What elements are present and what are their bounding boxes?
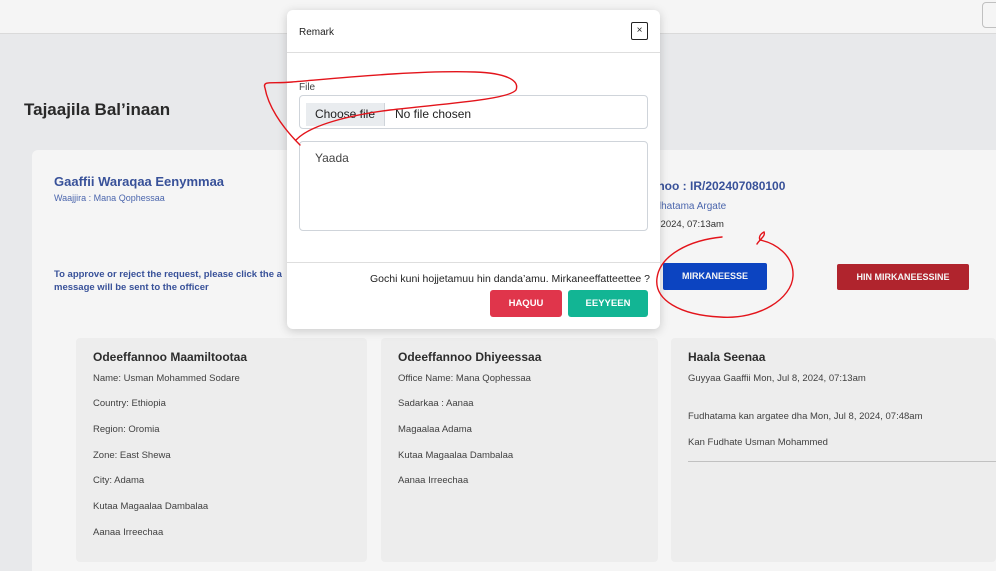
modal-footer-divider	[287, 262, 660, 263]
cancel-button[interactable]: HAQUU	[490, 290, 562, 317]
remark-modal: Remark × File Choose file No file chosen…	[287, 10, 660, 329]
modal-header-divider	[287, 52, 660, 53]
modal-title: Remark	[299, 27, 335, 38]
file-label: File	[299, 82, 316, 93]
confirm-text: Gochi kuni hojjetamuu hin danda’amu. Mir…	[370, 273, 650, 285]
close-icon[interactable]: ×	[631, 22, 648, 40]
confirm-button[interactable]: EEYYEEN	[568, 290, 648, 317]
remark-textarea[interactable]: Yaada	[299, 141, 648, 231]
file-status-text: No file chosen	[395, 107, 472, 121]
choose-file-button[interactable]: Choose file	[306, 103, 385, 126]
file-input[interactable]: Choose file No file chosen	[299, 95, 648, 129]
